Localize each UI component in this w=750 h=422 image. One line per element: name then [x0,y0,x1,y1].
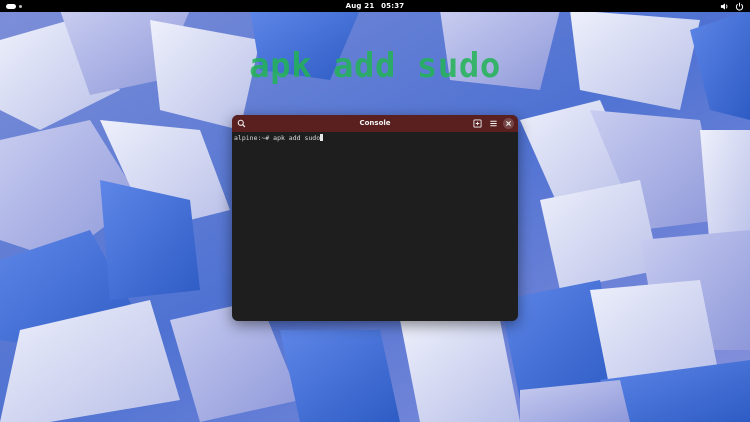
window-titlebar[interactable]: Console [232,115,518,132]
system-tray[interactable] [720,1,744,11]
clock[interactable]: Aug 21 05:37 [0,1,750,11]
overlay-command-text: apk add sudo [249,46,501,86]
desktop: Aug 21 05:37 apk add sudo Console alpine… [0,0,750,422]
new-tab-icon[interactable] [472,118,483,129]
power-icon[interactable] [735,2,744,11]
terminal-cursor [320,134,324,141]
top-bar: Aug 21 05:37 [0,0,750,12]
console-window[interactable]: Console alpine:~# apk add sudo [232,115,518,321]
sound-icon[interactable] [720,2,729,11]
terminal-command: apk add sudo [273,134,321,142]
close-icon[interactable] [503,118,514,129]
terminal-prompt: alpine:~# [234,134,270,142]
clock-date: Aug 21 [345,2,375,10]
clock-time: 05:37 [381,2,405,10]
terminal-area[interactable]: alpine:~# apk add sudo [232,132,518,321]
menu-icon[interactable] [488,118,499,129]
